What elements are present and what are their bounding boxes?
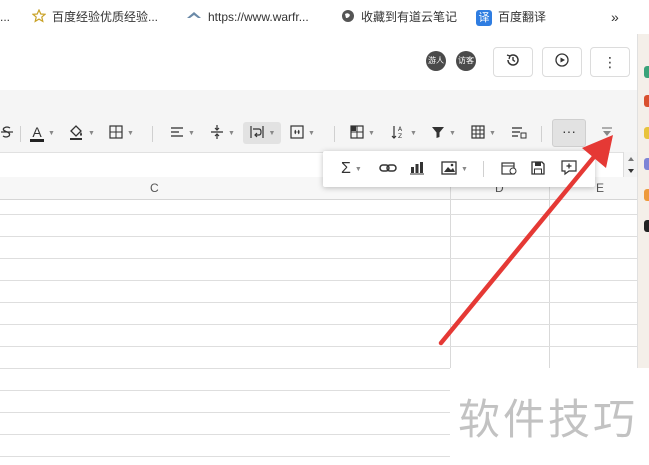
annotation-arrow [438, 135, 613, 346]
